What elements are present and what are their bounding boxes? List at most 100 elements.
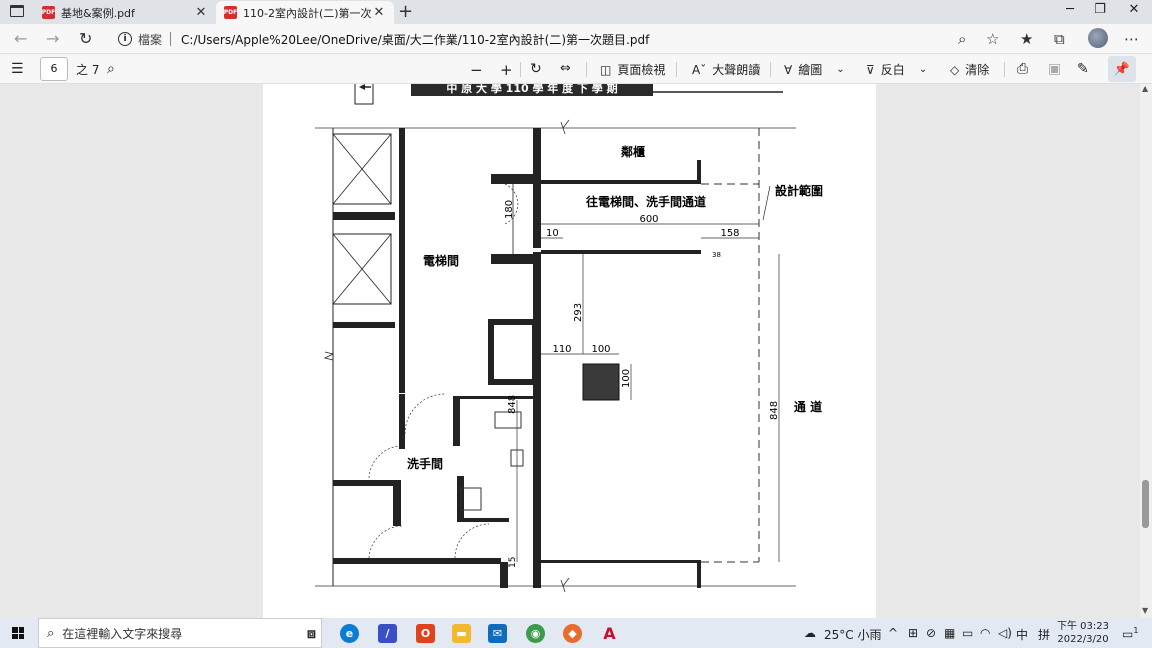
battery-icon[interactable]: ▭ xyxy=(962,626,973,640)
profile-avatar[interactable] xyxy=(1088,28,1108,48)
weather-icon[interactable]: ☁ xyxy=(804,626,816,640)
window-close-button[interactable]: ✕ xyxy=(1114,2,1152,17)
vertical-scrollbar[interactable]: ▲ ▼ xyxy=(1140,84,1152,618)
mail-icon[interactable]: ✉ xyxy=(488,624,507,643)
draw-button[interactable]: ∀ 繪圖 ⌄ xyxy=(784,61,845,78)
weather-text[interactable]: 25°C 小雨 xyxy=(824,626,881,643)
wall xyxy=(333,212,395,220)
back-icon[interactable]: ← xyxy=(14,29,27,48)
info-icon[interactable]: i xyxy=(118,32,132,46)
address-bar[interactable]: i 檔案 C:/Users/Apple%20Lee/OneDrive/桌面/大二… xyxy=(108,27,948,51)
contents-icon[interactable]: ☰ xyxy=(11,61,24,77)
dim-600: 600 xyxy=(639,214,658,225)
forward-icon[interactable]: → xyxy=(46,29,59,48)
tab-actions-icon[interactable] xyxy=(10,5,24,17)
tray-app-icon[interactable]: ▦ xyxy=(944,626,955,640)
scrollbar-thumb[interactable] xyxy=(1142,480,1149,528)
office-icon[interactable]: O xyxy=(416,624,435,643)
notification-icon[interactable]: ▭1 xyxy=(1122,626,1138,641)
chevron-down-icon[interactable]: ⌄ xyxy=(919,64,927,75)
refresh-icon[interactable]: ↻ xyxy=(79,29,92,48)
page-view-label: 頁面檢視 xyxy=(617,63,666,77)
tab-title: 110-2室內設計(二)第一次題目.pdf xyxy=(243,6,372,20)
wall xyxy=(500,562,508,588)
wall xyxy=(533,252,541,588)
tab-design-assignment[interactable]: PDF 110-2室內設計(二)第一次題目.pdf ✕ xyxy=(216,1,394,24)
tray-app-icon[interactable]: ⊘ xyxy=(926,626,936,640)
new-tab-icon[interactable]: + xyxy=(398,1,413,22)
search-icon[interactable]: ⌕ xyxy=(107,61,115,77)
pen-app-icon[interactable]: / xyxy=(378,624,397,643)
volume-icon[interactable]: ◁) xyxy=(998,626,1012,640)
wall xyxy=(333,480,401,486)
elevator-hall-label: 電梯間 xyxy=(423,253,459,268)
clock[interactable]: 下午 03:23 2022/3/20 xyxy=(1057,620,1109,646)
page-total: 之 7 xyxy=(76,63,100,77)
collections-icon[interactable]: ⧉ xyxy=(1054,30,1065,48)
chrome-icon[interactable]: ◉ xyxy=(526,624,545,643)
page-view-button[interactable]: ◫ 頁面檢視 xyxy=(600,61,665,78)
eraser-icon: ◇ xyxy=(950,62,960,77)
scroll-down-icon[interactable]: ▼ xyxy=(1142,606,1148,615)
dim-110: 110 xyxy=(552,344,571,355)
close-icon[interactable]: ✕ xyxy=(372,5,386,20)
acrobat-icon[interactable]: A xyxy=(600,624,619,643)
zoom-icon[interactable]: ⌕ xyxy=(958,30,966,48)
north-arrow-head xyxy=(359,84,365,90)
page-number-input[interactable]: 6 xyxy=(40,57,68,81)
more-icon[interactable]: ⋯ xyxy=(1124,30,1139,48)
ime-mode[interactable]: 中 xyxy=(1016,626,1028,643)
pin-toolbar-icon[interactable]: 📌 xyxy=(1108,56,1136,82)
network-icon[interactable]: ◠ xyxy=(980,626,990,640)
rotate-icon[interactable]: ↻ xyxy=(530,61,542,77)
notification-glyph: ▭ xyxy=(1122,627,1134,641)
orange-app-icon[interactable]: ◆ xyxy=(563,624,582,643)
toolbar-divider xyxy=(586,62,587,77)
edge-browser-icon[interactable]: e xyxy=(340,624,359,643)
pdf-viewer[interactable]: 中 原 大 學 110 學 年 度 下 學 期 電梯間 180 設計範圍 鄰櫃 … xyxy=(0,84,1152,618)
read-aloud-label: 大聲朗讀 xyxy=(712,63,761,77)
scroll-up-icon[interactable]: ▲ xyxy=(1142,84,1148,93)
read-aloud-button[interactable]: Aˇ 大聲朗讀 xyxy=(692,61,760,78)
save-as-icon[interactable]: ✎ xyxy=(1077,61,1089,77)
dim-15: 15 xyxy=(508,557,518,568)
tray-app-icon[interactable]: ⊞ xyxy=(908,626,918,640)
highlight-icon: ⊽ xyxy=(866,62,875,77)
close-icon[interactable]: ✕ xyxy=(194,5,208,20)
leader-line xyxy=(762,185,771,221)
page-view-icon: ◫ xyxy=(600,62,612,77)
erase-button[interactable]: ◇ 清除 xyxy=(950,61,989,78)
zoom-in-icon[interactable]: + xyxy=(500,61,513,79)
break-mark xyxy=(323,351,335,361)
toolbar-divider xyxy=(770,62,771,77)
save-icon[interactable]: ▣ xyxy=(1048,61,1061,77)
chevron-down-icon[interactable]: ⌄ xyxy=(836,64,844,75)
wall xyxy=(333,558,501,564)
favorites-icon[interactable]: ★ xyxy=(1020,30,1033,48)
address-url[interactable]: C:/Users/Apple%20Lee/OneDrive/桌面/大二作業/11… xyxy=(181,31,649,48)
floor-plan-drawing: 中 原 大 學 110 學 年 度 下 學 期 電梯間 180 設計範圍 鄰櫃 … xyxy=(315,84,823,593)
dim-10: 10 xyxy=(546,228,559,239)
taskbar-search[interactable]: ⌕ 在這裡輸入文字來搜尋 xyxy=(38,618,322,648)
tab-base-cases[interactable]: PDF 基地&案例.pdf ✕ xyxy=(34,1,216,24)
tray-chevron-icon[interactable]: ^ xyxy=(888,626,898,640)
task-view-icon[interactable]: ⧈ xyxy=(302,624,321,643)
clock-time: 下午 03:23 xyxy=(1057,621,1109,632)
add-favorite-icon[interactable]: ☆ xyxy=(986,30,999,48)
ime-layout[interactable]: 拼 xyxy=(1038,626,1050,643)
break-mark xyxy=(560,577,570,593)
break-mark xyxy=(560,119,570,135)
wall xyxy=(399,394,405,449)
fit-width-icon[interactable]: ⇔ xyxy=(560,61,571,76)
wall xyxy=(697,160,701,184)
zoom-out-icon[interactable]: − xyxy=(470,61,483,79)
clock-date: 2022/3/20 xyxy=(1057,634,1109,645)
print-icon[interactable]: ⎙ xyxy=(1017,61,1028,77)
file-explorer-icon[interactable]: ▬ xyxy=(452,624,471,643)
structural-column xyxy=(582,363,620,401)
dim-848-right: 848 xyxy=(769,401,780,420)
highlight-button[interactable]: ⊽ 反白 ⌄ xyxy=(866,61,927,78)
wall xyxy=(399,128,405,393)
restroom-label: 洗手間 xyxy=(407,456,443,471)
windows-start-icon[interactable] xyxy=(12,627,24,639)
